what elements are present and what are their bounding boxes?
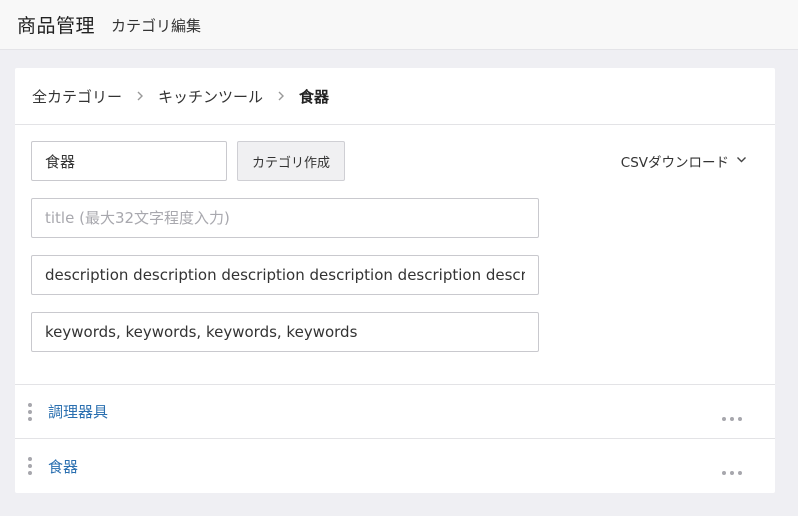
list-item: 食器: [15, 439, 775, 493]
category-link[interactable]: 調理器具: [48, 401, 108, 422]
drag-handle-icon[interactable]: [27, 456, 33, 476]
category-list: 調理器具 食器: [15, 385, 775, 493]
drag-handle-icon[interactable]: [27, 402, 33, 422]
top-bar: 商品管理 カテゴリ編集: [0, 0, 798, 50]
breadcrumb: 全カテゴリー キッチンツール 食器: [15, 68, 775, 125]
more-options-icon[interactable]: [721, 408, 743, 421]
description-input[interactable]: [31, 255, 539, 295]
csv-download-dropdown[interactable]: CSVダウンロード: [621, 151, 747, 171]
chevron-down-icon: [736, 153, 747, 169]
breadcrumb-kitchen-tools[interactable]: キッチンツール: [158, 86, 263, 107]
category-edit-card: 全カテゴリー キッチンツール 食器 カテゴリ作成 CSVダウンロード: [15, 68, 775, 493]
page-subtitle: カテゴリ編集: [111, 17, 202, 35]
app-title: 商品管理: [17, 15, 96, 37]
category-link[interactable]: 食器: [48, 456, 78, 477]
category-form: カテゴリ作成 CSVダウンロード: [15, 125, 775, 385]
breadcrumb-all-categories[interactable]: 全カテゴリー: [32, 86, 122, 107]
create-category-button[interactable]: カテゴリ作成: [237, 141, 345, 181]
keywords-input[interactable]: [31, 312, 539, 352]
title-input[interactable]: [31, 198, 539, 238]
category-name-input[interactable]: [31, 141, 227, 181]
list-item: 調理器具: [15, 385, 775, 439]
more-options-icon[interactable]: [721, 462, 743, 475]
breadcrumb-current: 食器: [299, 87, 330, 106]
csv-download-label: CSVダウンロード: [620, 155, 729, 171]
chevron-right-icon: [133, 89, 147, 103]
chevron-right-icon: [274, 89, 288, 103]
